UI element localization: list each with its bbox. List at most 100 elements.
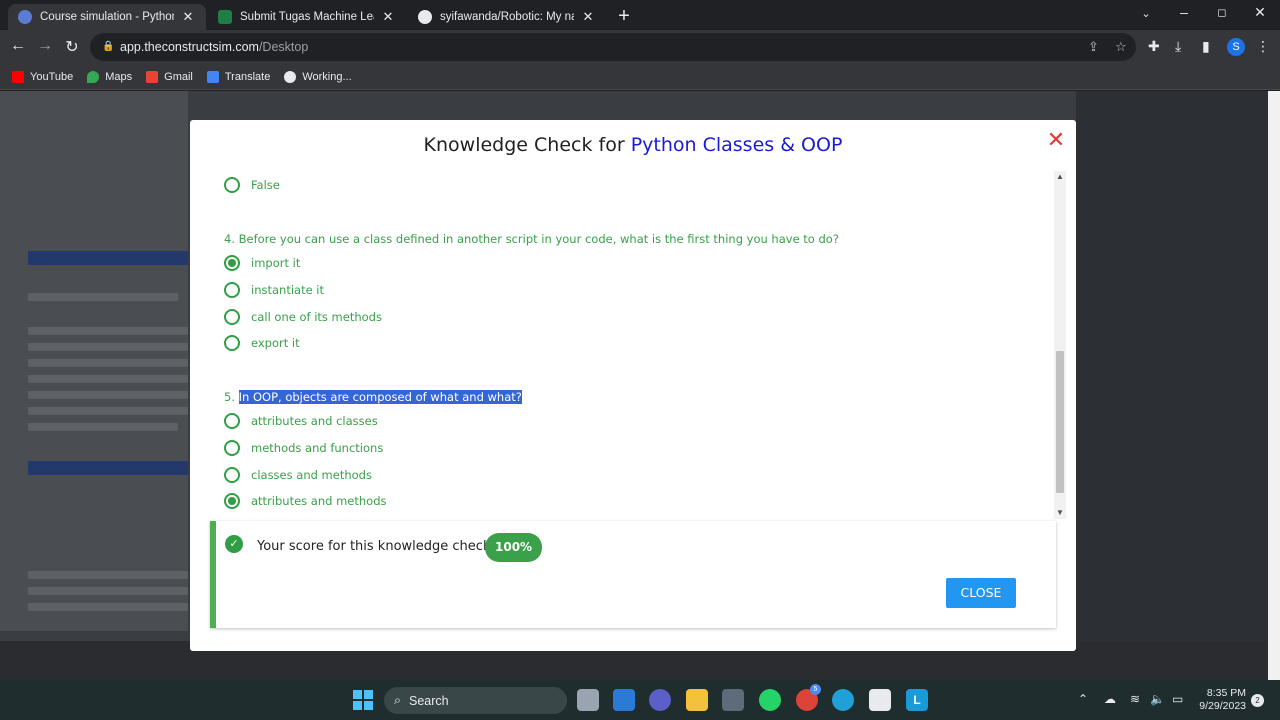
tray-chevron-icon[interactable]: ⌃ [1078, 692, 1088, 706]
tab-title: syifawanda/Robotic: My name is [440, 11, 574, 23]
close-icon[interactable]: ✕ [580, 9, 596, 25]
tab-strip: Course simulation - Python 3 fo ✕ Submit… [0, 0, 1280, 30]
tab-submit-tugas[interactable]: Submit Tugas Machine Learning ✕ [208, 4, 406, 30]
bookmark-label: YouTube [30, 70, 74, 83]
task-view-icon[interactable] [577, 689, 599, 711]
new-tab-button[interactable]: + [614, 5, 634, 28]
battery-icon[interactable]: ▭ [1172, 692, 1183, 706]
volume-icon[interactable]: 🔈 [1150, 692, 1165, 706]
score-panel: ✓ Your score for this knowledge check: 1… [210, 521, 1056, 628]
download-icon[interactable]: ⤓ [1175, 38, 1181, 55]
close-icon[interactable]: ✕ [380, 9, 396, 25]
widgets-icon[interactable] [613, 689, 635, 711]
extensions-icon[interactable]: ✚ [1148, 38, 1160, 55]
question-highlighted-text: In OOP, objects are composed of what and… [238, 390, 522, 404]
edge-icon[interactable] [832, 689, 854, 711]
course-notebook-panel [0, 91, 188, 631]
chat-icon[interactable] [649, 689, 671, 711]
share-icon[interactable]: ⇪ [1088, 39, 1099, 55]
start-icon[interactable] [352, 689, 374, 711]
bookmark-youtube[interactable]: YouTube [12, 70, 74, 83]
menu-icon[interactable]: ⋮ [1256, 38, 1270, 55]
radio-button[interactable] [224, 309, 240, 325]
check-circle-icon: ✓ [225, 535, 243, 553]
bookmark-maps[interactable]: Maps [87, 70, 132, 83]
score-label: Your score for this knowledge check: [257, 539, 495, 554]
decor-line [28, 327, 188, 335]
maximize-icon[interactable]: ◻ [1212, 6, 1232, 19]
questions-area: False 4. Before you can use a class defi… [210, 171, 1052, 519]
chrome-icon[interactable]: 5 [796, 684, 821, 711]
minimize-icon[interactable]: – [1174, 4, 1194, 20]
file-explorer-icon[interactable] [686, 689, 708, 711]
gmail-icon [146, 70, 159, 83]
radio-button[interactable] [224, 467, 240, 483]
scrollbar-thumb[interactable] [1056, 351, 1064, 493]
option-attributes-methods[interactable]: attributes and methods [224, 493, 387, 509]
option-attributes-classes[interactable]: attributes and classes [224, 413, 378, 429]
translate-icon [206, 70, 219, 83]
tab-course-simulation[interactable]: Course simulation - Python 3 fo ✕ [8, 4, 206, 30]
option-call-method[interactable]: call one of its methods [224, 309, 382, 325]
whatsapp-icon[interactable] [759, 689, 781, 711]
question-5-text: 5. In OOP, objects are composed of what … [224, 390, 522, 404]
radio-button[interactable] [224, 413, 240, 429]
wifi-icon[interactable]: ≋ [1130, 692, 1140, 706]
decor-line [28, 587, 188, 595]
option-label: instantiate it [251, 283, 325, 297]
bookmarks-bar: YouTube Maps Gmail Translate Working... [0, 64, 1280, 90]
option-label: classes and methods [251, 468, 372, 482]
store-icon[interactable] [869, 689, 891, 711]
option-methods-functions[interactable]: methods and functions [224, 440, 383, 456]
bookmark-working[interactable]: Working... [284, 70, 352, 83]
option-import-it[interactable]: import it [224, 255, 300, 271]
bookmark-gmail[interactable]: Gmail [146, 70, 193, 83]
constructsim-icon [18, 10, 32, 24]
bookmark-translate[interactable]: Translate [206, 70, 271, 83]
chrome-badge: 5 [810, 684, 821, 695]
url-host: app.theconstructsim.com [120, 40, 259, 54]
excel-icon [218, 10, 232, 24]
bookmark-label: Translate [224, 70, 271, 83]
bookmark-star-icon[interactable]: ☆ [1115, 39, 1127, 55]
tab-github[interactable]: syifawanda/Robotic: My name is ✕ [408, 4, 606, 30]
forward-icon[interactable]: → [35, 37, 55, 55]
option-instantiate-it[interactable]: instantiate it [224, 282, 324, 298]
tab-search-chevron-icon[interactable]: ⌄ [1136, 7, 1156, 20]
radio-button[interactable] [224, 177, 240, 193]
radio-button[interactable] [224, 282, 240, 298]
radio-button-selected[interactable] [224, 255, 240, 271]
app-l-icon[interactable]: L [906, 689, 928, 711]
close-icon[interactable]: ✕ [180, 9, 196, 25]
option-false[interactable]: False [224, 177, 280, 193]
address-bar[interactable]: 🔒 app.theconstructsim.com/Desktop [90, 33, 1136, 61]
option-label: attributes and classes [251, 414, 378, 428]
taskbar-search[interactable]: ⌕ Search [384, 687, 567, 714]
title-highlight: Python Classes & OOP [630, 134, 843, 156]
modal-close-icon[interactable]: ✕ [1046, 129, 1066, 151]
questions-scrollbar[interactable]: ▲ ▼ [1054, 171, 1066, 519]
clock[interactable]: 8:35 PM 9/29/2023 [1194, 687, 1246, 713]
radio-button[interactable] [224, 440, 240, 456]
page-scrollbar[interactable] [1268, 91, 1280, 680]
onedrive-icon[interactable]: ☁ [1104, 692, 1116, 706]
option-label: import it [251, 256, 301, 270]
decor-line [28, 407, 188, 415]
scroll-up-icon[interactable]: ▲ [1054, 171, 1066, 183]
question-4-text: 4. Before you can use a class defined in… [224, 232, 839, 246]
windows-taskbar: ⌕ Search 5 L ⌃ ☁ ≋ 🔈 ▭ 8:35 PM 9/29/2023… [0, 680, 1280, 720]
camera-icon[interactable] [722, 689, 744, 711]
option-label: call one of its methods [251, 310, 382, 324]
scroll-down-icon[interactable]: ▼ [1054, 507, 1066, 519]
close-button[interactable]: CLOSE [946, 578, 1016, 608]
back-icon[interactable]: ← [8, 37, 28, 55]
reload-icon[interactable]: ↻ [62, 37, 82, 57]
option-classes-methods[interactable]: classes and methods [224, 467, 372, 483]
radio-button[interactable] [224, 335, 240, 351]
profile-avatar[interactable]: S [1227, 38, 1245, 56]
side-panel-icon[interactable]: ▮ [1202, 38, 1210, 55]
window-close-icon[interactable]: ✕ [1250, 4, 1270, 21]
notification-badge[interactable]: 2 [1251, 694, 1264, 707]
radio-button-selected[interactable] [224, 493, 240, 509]
option-export-it[interactable]: export it [224, 335, 300, 351]
